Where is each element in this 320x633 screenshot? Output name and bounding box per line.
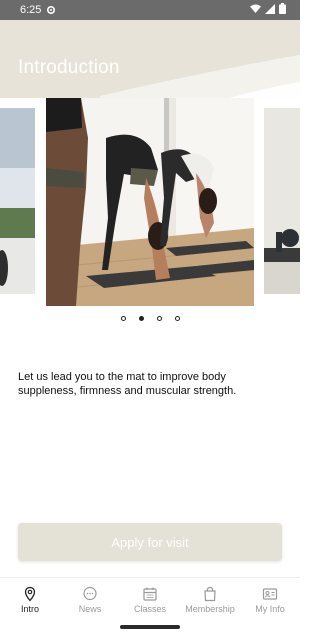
nav-item-intro[interactable]: Intro	[0, 578, 60, 621]
carousel-slide-next[interactable]	[264, 108, 300, 294]
nav-label-news: News	[78, 603, 102, 614]
carousel-dot[interactable]	[120, 316, 126, 321]
home-bar[interactable]	[120, 625, 180, 629]
intro-description: Let us lead you to the mat to improve bo…	[18, 371, 237, 397]
carousel-dot[interactable]	[174, 316, 180, 321]
nav-label-intro: Intro	[20, 603, 39, 614]
carousel-dot-active[interactable]	[138, 316, 144, 321]
yoga-class-image	[46, 98, 254, 306]
nav-item-membership[interactable]: Membership	[180, 578, 240, 621]
gear-icon	[46, 5, 56, 15]
status-time: 6:25	[20, 4, 42, 16]
previous-slide-image	[0, 108, 35, 294]
carousel-dot[interactable]	[156, 316, 162, 321]
battery-icon	[279, 3, 286, 17]
shopping-bag-icon	[204, 586, 216, 601]
calendar-icon	[143, 587, 157, 601]
wifi-icon	[250, 4, 261, 16]
apply-for-visit-button[interactable]: Apply for visit	[18, 523, 282, 561]
nav-label-my-info: My Info	[255, 603, 285, 614]
carousel-slide-current[interactable]	[46, 98, 254, 306]
bottom-navigation: Intro News Classes Membership My Info	[0, 577, 300, 621]
header-banner: Introduction	[0, 20, 300, 98]
home-indicator	[0, 621, 300, 633]
nav-item-news[interactable]: News	[60, 578, 120, 621]
nav-label-membership: Membership	[185, 603, 235, 614]
carousel-slide-previous[interactable]	[0, 108, 35, 294]
location-pin-icon	[24, 586, 36, 602]
nav-item-classes[interactable]: Classes	[120, 578, 180, 621]
image-carousel[interactable]	[0, 98, 300, 308]
chat-bubble-icon	[83, 586, 97, 600]
carousel-pagination	[0, 316, 300, 321]
header-curve-decoration	[100, 54, 300, 98]
page-title: Introduction	[18, 57, 120, 78]
nav-item-my-info[interactable]: My Info	[240, 578, 300, 621]
status-bar: 6:25	[0, 0, 300, 20]
nav-label-classes: Classes	[133, 603, 166, 614]
id-card-icon	[262, 587, 278, 600]
signal-icon	[265, 3, 275, 17]
next-slide-image	[264, 108, 300, 294]
